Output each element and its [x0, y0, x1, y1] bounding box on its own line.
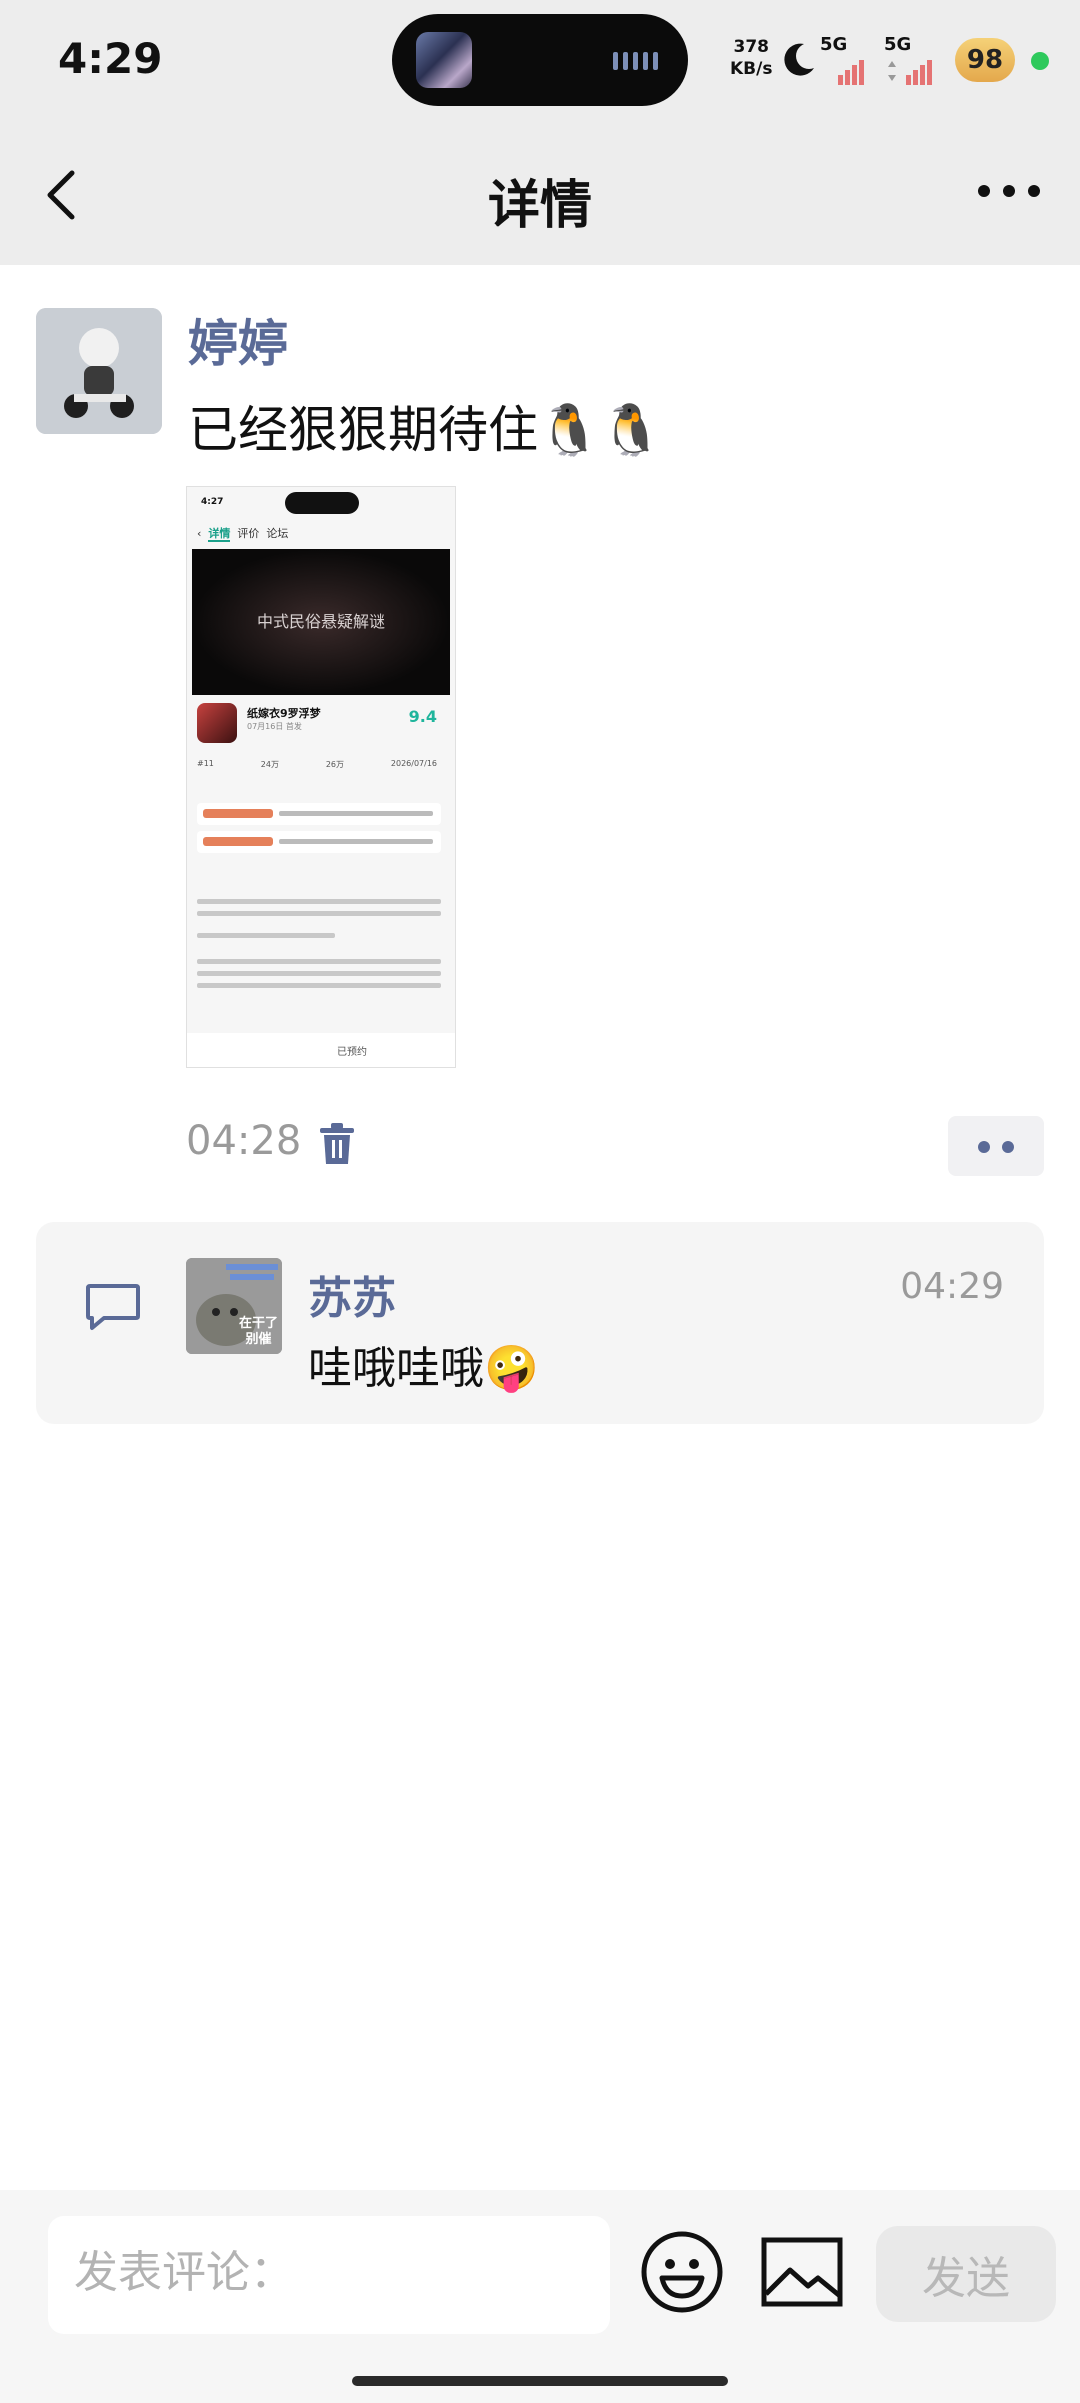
commenter-avatar[interactable]: 在干了 别催 [186, 1258, 282, 1354]
image-footer: 已预约 [187, 1033, 455, 1067]
game-stats: #11 24万 26万 2026/07/16 [197, 759, 437, 770]
comment-input[interactable] [72, 2246, 596, 2299]
battery-indicator: 98 [955, 38, 1015, 82]
network-speed-value: 378 [733, 37, 769, 57]
send-button[interactable]: 发送 [876, 2226, 1056, 2322]
emoji-icon[interactable] [640, 2230, 724, 2314]
privacy-indicator-dot [1031, 52, 1049, 70]
signal-2: 5G [884, 34, 936, 85]
image-icon[interactable] [760, 2234, 844, 2310]
image-tab-details: 详情 [208, 527, 231, 542]
commenter-name[interactable]: 苏苏 [308, 1262, 396, 1326]
now-playing-artwork [416, 32, 472, 88]
game-icon [197, 703, 237, 743]
image-text-line [197, 899, 441, 904]
image-status-time: 4:27 [201, 497, 224, 507]
image-footer-button: 已预约 [337, 1047, 367, 1058]
image-text-line [197, 971, 441, 976]
signal-bars-icon [838, 60, 864, 85]
image-tabs: ‹ 详情 评价 论坛 [197, 527, 289, 542]
image-news-row [197, 831, 441, 853]
status-time: 4:29 [58, 34, 163, 83]
comments-section: 在干了 别催 苏苏 04:29 哇哦哇哦🤪 [36, 1222, 1044, 1424]
image-text-line [197, 911, 441, 916]
comment-icon [86, 1284, 140, 1330]
game-stat: 2026/07/16 [390, 759, 437, 768]
post-image[interactable]: 4:27 ‹ 详情 评价 论坛 中式民俗悬疑解谜 纸嫁衣9罗浮梦 07月16日 … [186, 486, 456, 1068]
image-text-line [197, 983, 441, 988]
game-release: 07月16日 首发 [247, 722, 302, 731]
navigation-bar: 详情 [0, 125, 1080, 265]
post-time: 04:28 [186, 1118, 302, 1164]
image-dynamic-island [285, 492, 359, 514]
network-speed: 378 KB/s [730, 36, 772, 80]
image-tab-forum: 论坛 [266, 527, 289, 540]
post-text: 已经狠狠期待住🐧🐧 [188, 401, 663, 459]
audio-wave-icon [613, 52, 658, 70]
game-stat: 24万 [260, 760, 279, 769]
avatar-image [36, 308, 162, 434]
page-title: 详情 [487, 176, 592, 236]
game-stat: #11 [197, 759, 214, 768]
dynamic-island[interactable] [392, 14, 688, 106]
comment-text[interactable]: 哇哦哇哦🤪 [308, 1332, 539, 1396]
signal-2-label: 5G [884, 34, 912, 55]
status-bar: 4:29 378 KB/s 5G 5G 98 [0, 0, 1080, 125]
signal-bars-icon [888, 60, 932, 85]
game-stat: 26万 [325, 760, 345, 769]
game-name: 纸嫁衣9罗浮梦 [247, 707, 321, 720]
image-text-line [197, 933, 335, 938]
comment-composer: 发送 [0, 2190, 1080, 2403]
home-indicator[interactable] [352, 2376, 728, 2386]
trash-icon[interactable] [318, 1122, 356, 1166]
moon-icon [784, 43, 814, 76]
image-text-line [197, 959, 441, 964]
network-speed-unit: KB/s [730, 59, 773, 79]
image-tab-reviews: 评价 [237, 527, 260, 540]
avatar-caption-line: 在干了 [238, 1316, 278, 1331]
comment-time: 04:29 [900, 1266, 1004, 1307]
comment-input-box[interactable] [48, 2216, 610, 2334]
game-score: 9.4 [408, 707, 437, 726]
image-news-row [197, 803, 441, 825]
more-options-icon[interactable] [974, 171, 1044, 211]
image-banner: 中式民俗悬疑解谜 [192, 549, 450, 695]
author-avatar[interactable] [36, 308, 162, 434]
signal-1: 5G [820, 34, 868, 85]
signal-1-label: 5G [820, 34, 848, 55]
like-comment-menu-button[interactable] [948, 1116, 1044, 1176]
image-game-info: 纸嫁衣9罗浮梦 07月16日 首发 9.4 [197, 703, 437, 753]
avatar-caption-line: 别催 [245, 1332, 272, 1347]
author-name[interactable]: 婷婷 [188, 304, 288, 376]
avatar-caption: 在干了 别催 [239, 1316, 278, 1348]
